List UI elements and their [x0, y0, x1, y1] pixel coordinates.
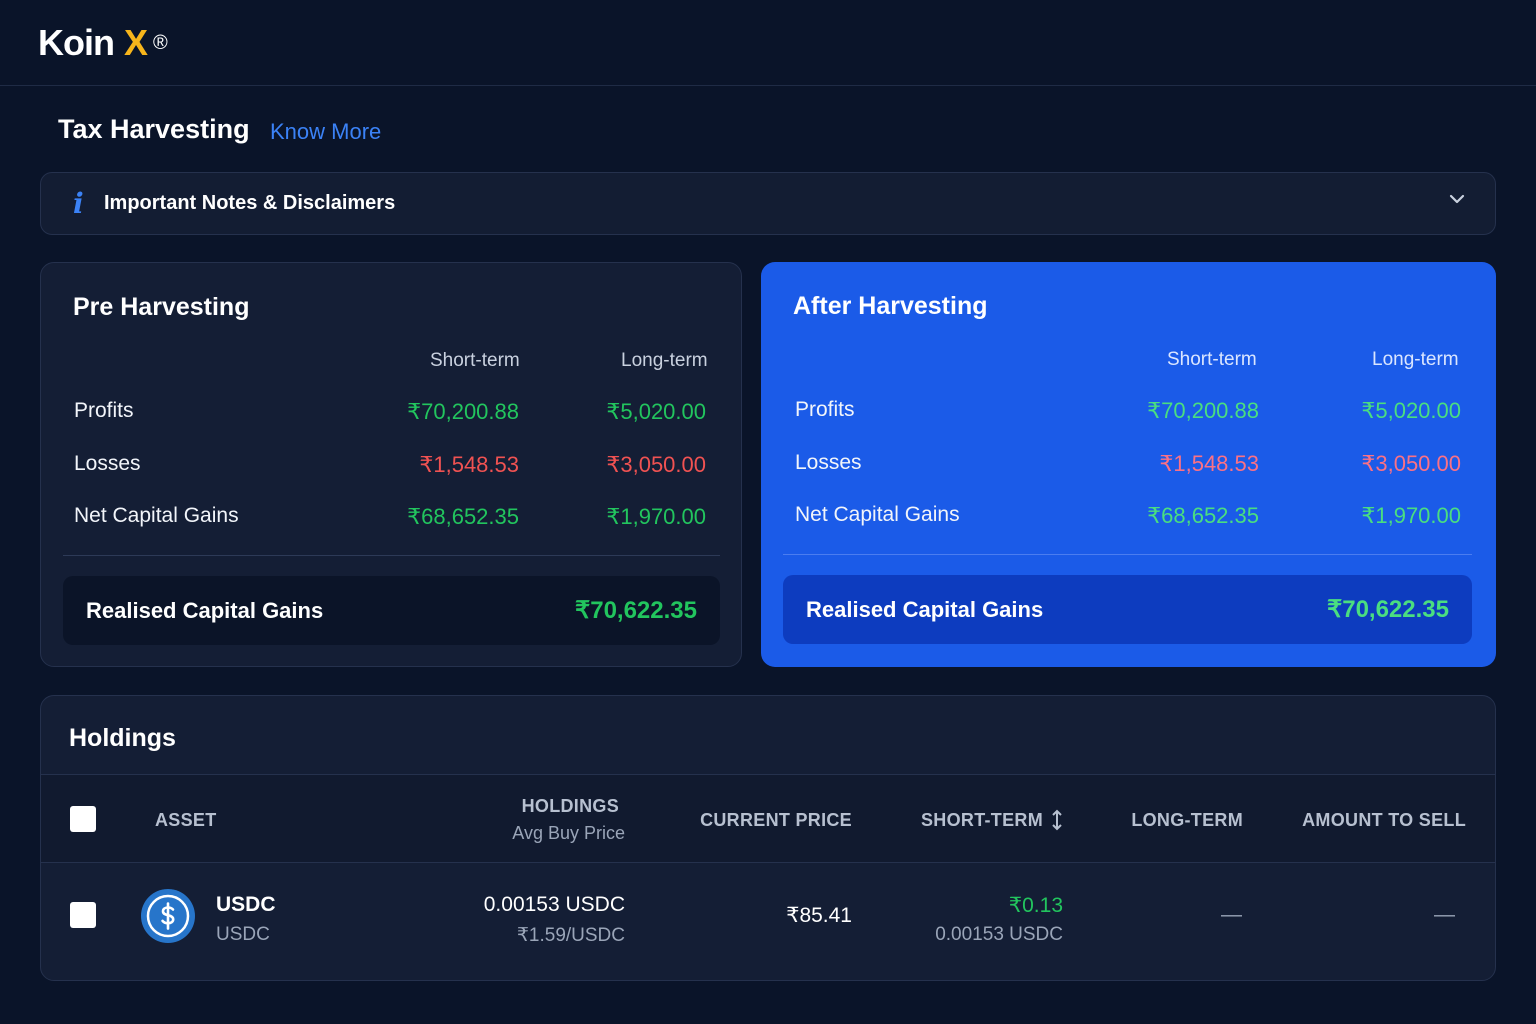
- short-term-gain: ₹0.13: [1008, 894, 1063, 917]
- pre-harvesting-card: Pre Harvesting Short-term Long-term Prof…: [40, 262, 742, 667]
- realised-value: ₹70,622.35: [1326, 596, 1449, 623]
- realised-label: Realised Capital Gains: [86, 598, 324, 623]
- page-title: Tax Harvesting: [58, 114, 250, 144]
- net-gains-long-term: ₹1,970.00: [1361, 503, 1461, 528]
- realised-capital-gains-box: Realised Capital Gains ₹70,622.35: [63, 576, 720, 645]
- losses-long-term: ₹3,050.00: [606, 452, 706, 477]
- header-current-price: CURRENT PRICE: [700, 810, 852, 830]
- profits-long-term: ₹5,020.00: [1361, 398, 1461, 423]
- brand-logo[interactable]: Koin X ®: [38, 22, 168, 64]
- realised-value: ₹70,622.35: [574, 597, 697, 624]
- current-price: ₹85.41: [786, 904, 852, 927]
- header-holdings: HOLDINGS: [521, 796, 619, 816]
- usdc-coin-icon: [141, 889, 195, 943]
- row-label-net-capital-gains: Net Capital Gains: [74, 504, 239, 527]
- realised-capital-gains-box: Realised Capital Gains ₹70,622.35: [783, 575, 1472, 644]
- holdings-panel: Holdings ASSET HOLDINGS Avg Buy Price CU…: [40, 695, 1496, 981]
- profits-long-term: ₹5,020.00: [606, 399, 706, 424]
- row-label-profits: Profits: [795, 398, 855, 421]
- losses-long-term: ₹3,050.00: [1361, 451, 1461, 476]
- top-bar: Koin X ®: [0, 0, 1536, 86]
- info-icon: i: [73, 187, 84, 220]
- row-label-losses: Losses: [74, 452, 141, 475]
- row-label-net-capital-gains: Net Capital Gains: [795, 503, 960, 526]
- divider: [783, 554, 1472, 555]
- profits-short-term: ₹70,200.88: [1147, 398, 1259, 423]
- column-header-short-term: Short-term: [1167, 349, 1257, 370]
- column-header-long-term: Long-term: [621, 350, 708, 371]
- chevron-down-icon[interactable]: [1447, 189, 1467, 209]
- brand-x: X: [123, 22, 148, 63]
- select-all-checkbox[interactable]: [70, 806, 96, 832]
- header-amount-to-sell: AMOUNT TO SELL: [1302, 810, 1466, 830]
- after-harvesting-card: After Harvesting Short-term Long-term Pr…: [761, 262, 1496, 667]
- column-header-short-term: Short-term: [430, 350, 520, 371]
- know-more-link[interactable]: Know More: [270, 119, 381, 145]
- short-term-quantity: 0.00153 USDC: [935, 924, 1063, 945]
- notes-disclaimers-accordion[interactable]: i Important Notes & Disclaimers: [40, 172, 1496, 235]
- losses-short-term: ₹1,548.53: [1159, 451, 1259, 476]
- asset-symbol: USDC: [216, 924, 270, 945]
- column-header-long-term: Long-term: [1372, 349, 1459, 370]
- net-gains-long-term: ₹1,970.00: [606, 504, 706, 529]
- row-label-profits: Profits: [74, 399, 134, 422]
- header-asset: ASSET: [155, 810, 217, 830]
- sort-icon[interactable]: [1050, 808, 1064, 832]
- row-label-losses: Losses: [795, 451, 862, 474]
- divider: [63, 555, 720, 556]
- amount-to-sell: —: [1434, 903, 1455, 926]
- net-gains-short-term: ₹68,652.35: [407, 504, 519, 529]
- header-avg-buy-price: Avg Buy Price: [512, 823, 625, 843]
- header-long-term[interactable]: LONG-TERM: [1131, 810, 1243, 831]
- realised-label: Realised Capital Gains: [806, 597, 1044, 622]
- holdings-title: Holdings: [69, 724, 176, 752]
- card-title: After Harvesting: [793, 292, 988, 320]
- table-header: ASSET HOLDINGS Avg Buy Price CURRENT PRI…: [41, 774, 1495, 863]
- asset-name: USDC: [216, 893, 276, 916]
- long-term-value: —: [1221, 903, 1242, 926]
- losses-short-term: ₹1,548.53: [419, 452, 519, 477]
- holdings-amount: 0.00153 USDC: [483, 893, 625, 916]
- avg-buy-price: ₹1.59/USDC: [516, 925, 625, 946]
- row-checkbox[interactable]: [70, 902, 96, 928]
- profits-short-term: ₹70,200.88: [407, 399, 519, 424]
- card-title: Pre Harvesting: [73, 293, 250, 321]
- brand-name: Koin: [38, 22, 115, 63]
- header-short-term[interactable]: SHORT-TERM: [921, 810, 1043, 831]
- notes-label: Important Notes & Disclaimers: [104, 192, 396, 214]
- brand-registered-mark: ®: [153, 32, 168, 54]
- net-gains-short-term: ₹68,652.35: [1147, 503, 1259, 528]
